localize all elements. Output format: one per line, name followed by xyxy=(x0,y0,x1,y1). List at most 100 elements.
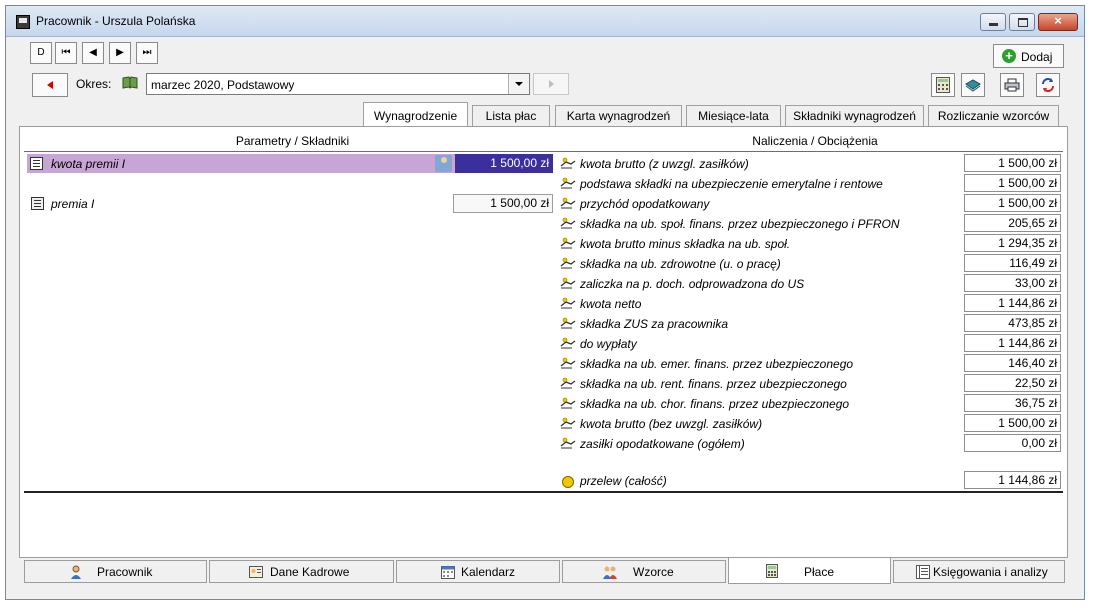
add-button[interactable]: + Dodaj xyxy=(993,44,1064,68)
tab-label: Wzorce xyxy=(633,565,674,579)
panel-divider xyxy=(24,491,1063,493)
naliczenie-row: składka ZUS za pracownika 473,85 zł xyxy=(560,314,1065,334)
person-icon xyxy=(69,565,83,579)
next-button[interactable]: ▶ xyxy=(109,42,131,64)
naliczenie-label: kwota brutto minus składka na ub. społ. xyxy=(580,237,791,251)
naliczenie-row: do wypłaty 1 144,86 zł xyxy=(560,334,1065,354)
naliczenie-label: składka na ub. chor. finans. przez ubezp… xyxy=(580,397,850,411)
naliczenie-value: 1 144,86 zł xyxy=(964,334,1061,352)
tab-ksiegowania-i-analizy[interactable]: Księgowania i analizy xyxy=(893,560,1065,583)
naliczenie-label: podstawa składki na ubezpieczenie emeryt… xyxy=(580,177,883,191)
hand-coin-icon xyxy=(560,217,576,229)
hand-coin-icon xyxy=(560,237,576,249)
refresh-icon[interactable] xyxy=(1036,73,1060,97)
tab-skladniki-wynagrodzen[interactable]: Składniki wynagrodzeń xyxy=(785,105,924,126)
tab-rozliczanie-wzorcow[interactable]: Rozliczanie wzorców xyxy=(928,105,1059,126)
naliczenie-label: kwota brutto (z uwzgl. zasiłków) xyxy=(580,157,749,171)
period-select[interactable]: marzec 2020, Podstawowy xyxy=(146,73,530,95)
naliczenie-row: kwota brutto (bez uwzgl. zasiłków) 1 500,… xyxy=(560,414,1065,434)
hand-coin-icon xyxy=(560,337,576,349)
naliczenie-value: 1 500,00 zł xyxy=(964,194,1061,212)
tab-label: Księgowania i analizy xyxy=(933,565,1048,579)
przelew-value: 1 144,86 zł xyxy=(964,471,1061,489)
naliczenie-row: zaliczka na p. doch. odprowadzona do US 3… xyxy=(560,274,1065,294)
tab-pracownik[interactable]: Pracownik xyxy=(24,560,207,583)
people-icon xyxy=(603,565,617,579)
tab-karta-wynagrodzen[interactable]: Karta wynagrodzeń xyxy=(555,105,682,126)
first-record-button[interactable]: D xyxy=(30,42,52,64)
header-divider xyxy=(24,151,1063,152)
naliczenie-value: 1 500,00 zł xyxy=(964,414,1061,432)
naliczenie-value: 1 144,86 zł xyxy=(964,294,1061,312)
tab-place[interactable]: Płace xyxy=(728,558,891,584)
window-title: Pracownik - Urszula Polańska xyxy=(36,14,196,28)
calculator-icon[interactable] xyxy=(931,73,955,97)
close-icon: × xyxy=(1054,13,1062,28)
ledger-icon xyxy=(916,565,930,579)
param-label: premia I xyxy=(51,197,95,211)
tab-label: Kalendarz xyxy=(461,565,516,579)
naliczenie-row: składka na ub. społ. finans. przez ubezp… xyxy=(560,214,1065,234)
naliczenie-label: składka na ub. zdrowotne (u. o pracę) xyxy=(580,257,781,271)
naliczenie-row: podstawa składki na ubezpieczenie emeryt… xyxy=(560,174,1065,194)
maximize-button[interactable] xyxy=(1009,13,1035,31)
tab-miesiace-lata[interactable]: Miesiące-lata xyxy=(686,105,781,126)
naliczenie-value: 146,40 zł xyxy=(964,354,1061,372)
param-value[interactable]: 1 500,00 zł xyxy=(453,194,553,213)
hand-coin-icon xyxy=(560,397,576,409)
last-button[interactable]: ⏭ xyxy=(136,42,158,64)
naliczenie-row: kwota brutto minus składka na ub. społ. 1… xyxy=(560,234,1065,254)
naliczenie-value: 36,75 zł xyxy=(964,394,1061,412)
param-label: kwota premii I xyxy=(51,157,126,171)
param-row-selected[interactable]: kwota premii I 1 500,00 zł xyxy=(27,154,553,173)
hand-coin-icon xyxy=(560,277,576,289)
calculator-icon xyxy=(766,564,780,578)
naliczenie-value: 33,00 zł xyxy=(964,274,1061,292)
chevron-down-icon[interactable] xyxy=(508,74,529,94)
plus-icon: + xyxy=(1002,49,1016,63)
tab-lista-plac[interactable]: Lista płac xyxy=(472,105,550,126)
tab-label: Płace xyxy=(804,565,835,579)
tab-label: Pracownik xyxy=(97,565,153,579)
salary-panel: Parametry / Składniki Naliczenia / Obcią… xyxy=(19,126,1068,558)
print-icon[interactable] xyxy=(1000,73,1024,97)
previous-period-button[interactable] xyxy=(32,73,68,97)
user-icon[interactable] xyxy=(435,155,452,172)
hand-coin-icon xyxy=(560,357,576,369)
formula-icon xyxy=(31,197,44,210)
naliczenie-row: składka na ub. rent. finans. przez ubezp… xyxy=(560,374,1065,394)
coin-icon xyxy=(560,474,576,488)
charges-header: Naliczenia / Obciążenia xyxy=(752,134,878,148)
next-period-button[interactable] xyxy=(533,73,569,95)
param-value[interactable]: 1 500,00 zł xyxy=(455,154,553,173)
naliczenie-value: 1 294,35 zł xyxy=(964,234,1061,252)
naliczenie-label: składka na ub. społ. finans. przez ubezp… xyxy=(580,217,900,231)
naliczenie-label: kwota netto xyxy=(580,297,642,311)
przelew-label: przelew (całość) xyxy=(580,474,667,488)
naliczenie-value: 22,50 zł xyxy=(964,374,1061,392)
naliczenie-label: składka ZUS za pracownika xyxy=(580,317,729,331)
naliczenie-row: składka na ub. zdrowotne (u. o pracę) 116… xyxy=(560,254,1065,274)
tab-kalendarz[interactable]: Kalendarz xyxy=(396,560,560,583)
parameters-header: Parametry / Składniki xyxy=(235,134,350,148)
tab-wynagrodzenie[interactable]: Wynagrodzenie xyxy=(363,102,468,127)
close-button[interactable]: × xyxy=(1038,13,1078,31)
tab-wzorce[interactable]: Wzorce xyxy=(562,560,726,583)
naliczenie-row: przychód opodatkowany 1 500,00 zł xyxy=(560,194,1065,214)
tab-label: Dane Kadrowe xyxy=(270,565,350,579)
hand-coin-icon xyxy=(560,377,576,389)
przelew-row: przelew (całość) 1 144,86 zł xyxy=(560,471,1065,491)
hand-coin-icon xyxy=(560,417,576,429)
naliczenie-label: przychód opodatkowany xyxy=(580,197,710,211)
first-page-button[interactable]: ⏮ xyxy=(55,42,77,64)
books-icon[interactable] xyxy=(961,73,985,97)
hand-coin-icon xyxy=(560,177,576,189)
app-icon xyxy=(16,15,30,29)
previous-button[interactable]: ◀ xyxy=(82,42,104,64)
tab-dane-kadrowe[interactable]: Dane Kadrowe xyxy=(209,560,394,583)
minimize-button[interactable] xyxy=(980,13,1006,31)
naliczenie-value: 473,85 zł xyxy=(964,314,1061,332)
naliczenie-label: składka na ub. rent. finans. przez ubezp… xyxy=(580,377,847,391)
hand-coin-icon xyxy=(560,437,576,449)
hand-coin-icon xyxy=(560,157,576,169)
